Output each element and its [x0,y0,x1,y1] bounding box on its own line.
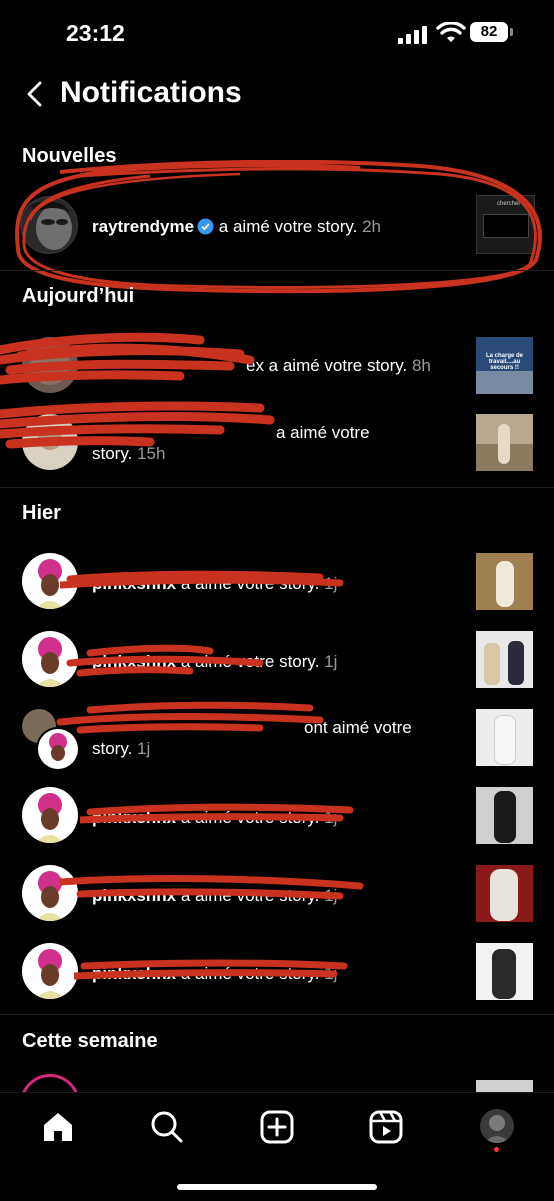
notification-time: 1j [319,652,338,671]
section-divider [0,1014,554,1015]
story-thumbnail[interactable] [476,787,533,844]
notification-time: 1j [319,574,338,593]
notification-time: 8h [407,356,431,375]
avatar[interactable] [36,727,80,771]
notification-username[interactable]: pinkxshnx [92,652,176,671]
notification-text-line2: story. 15h [92,443,462,464]
section-yesterday-title: Hier [22,502,61,524]
notification-text: pinkxshnx a aimé votre story. 1j [92,963,462,984]
story-thumbnail[interactable] [476,631,533,688]
section-week-title: Cette semaine [22,1030,158,1052]
avatar[interactable] [22,865,78,921]
back-arrow-icon[interactable] [22,80,50,108]
notification-time: 1j [319,886,338,905]
notification-text: a aimé votre [276,422,476,443]
section-divider [0,487,554,488]
notification-text: pinkxshnx a aimé votre story. 1j [92,573,462,594]
notification-row[interactable]: a aimé votre story. 15h [0,410,554,474]
story-thumbnail[interactable]: chercher [476,195,535,254]
status-time: 23:12 [66,20,125,46]
story-thumbnail[interactable] [476,709,533,766]
notification-action: a aimé votre story. [176,886,320,905]
thumbnail-title: chercher [497,201,521,207]
notification-row[interactable]: raytrendyme a aimé votre story. 2h cherc… [0,192,554,262]
create-icon[interactable] [259,1109,295,1145]
notification-username[interactable]: pinkxshnx [92,808,176,827]
wifi-icon [436,22,466,42]
notification-action: a aimé votre story. [176,652,320,671]
notification-row[interactable]: ex a aimé votre story. 8h La charge de t… [0,334,554,398]
avatar[interactable] [22,337,78,393]
notification-action: a aimé votre story. [176,808,320,827]
notification-time: 15h [132,444,166,463]
profile-icon[interactable] [480,1109,514,1143]
notification-text: raytrendyme a aimé votre story. 2h [92,216,462,237]
notification-text: pinkxshnx a aimé votre story. 1j [92,651,462,672]
story-thumbnail[interactable]: La charge de travail....au secours !! [476,337,533,394]
story-thumbnail[interactable] [476,553,533,610]
section-divider [0,270,554,271]
notification-row[interactable]: ont aimé votre story. 1j [0,709,554,771]
notification-action: a aimé votre story. [176,964,320,983]
page-title: Notifications [60,76,242,109]
reels-icon[interactable] [368,1109,404,1145]
notification-row[interactable]: pinkxshnx a aimé votre story. 1j [0,553,554,613]
avatar[interactable] [22,414,78,470]
home-indicator [177,1184,377,1190]
notification-time: 1j [319,808,338,827]
notification-text: pinkxshnx a aimé votre story. 1j [92,807,462,828]
avatar[interactable] [22,553,78,609]
search-icon[interactable] [149,1109,185,1145]
notification-text-line2: story. 1j [92,738,462,759]
notification-username[interactable]: pinkxshnx [92,574,176,593]
avatar[interactable] [20,196,78,254]
notification-row[interactable]: pinkxshnx a aimé votre story. 1j [0,787,554,847]
notification-row[interactable]: pinkxshnx a aimé votre story. 1j [0,865,554,925]
notification-time: 1j [132,739,151,758]
notification-row[interactable]: pinkxshnx a aimé votre story. 1j [0,943,554,1003]
battery-tip [510,28,513,36]
notification-action-cont: story. [92,739,133,758]
notification-text: ont aimé votre [304,717,474,738]
section-new-title: Nouvelles [22,145,117,167]
notification-time: 2h [357,217,381,236]
cellular-signal-icon [398,26,428,44]
notification-username[interactable]: pinkxshnx [92,964,176,983]
notification-text: pinkxshnx a aimé votre story. 1j [92,885,462,906]
notification-time: 1j [319,964,338,983]
notification-action: a aimé votre story. [214,217,358,236]
notification-action-cont: story. [92,444,133,463]
home-icon[interactable] [40,1109,76,1145]
notification-dot [494,1147,499,1152]
header: Notifications [0,70,554,118]
story-thumbnail[interactable] [476,414,533,471]
notification-action: a aimé votre story. [176,574,320,593]
status-bar: 23:12 82 [0,0,554,64]
story-thumbnail[interactable] [476,865,533,922]
story-thumbnail[interactable] [476,943,533,1000]
notification-username[interactable]: raytrendyme [92,217,194,236]
notification-action: ex a aimé votre story. [246,356,408,375]
avatar[interactable] [22,943,78,999]
thumbnail-caption: La charge de travail....au secours !! [485,353,523,371]
section-today-title: Aujourd’hui [22,285,135,307]
notification-action: a aimé votre [276,423,370,442]
verified-badge-icon [197,218,214,235]
avatar[interactable] [22,631,78,687]
notification-text: ex a aimé votre story. 8h [246,355,476,376]
battery-indicator: 82 [470,22,508,42]
notification-action: ont aimé votre [304,718,412,737]
notification-row[interactable]: pinkxshnx a aimé votre story. 1j [0,631,554,691]
notification-username[interactable]: pinkxshnx [92,886,176,905]
avatar[interactable] [22,787,78,843]
